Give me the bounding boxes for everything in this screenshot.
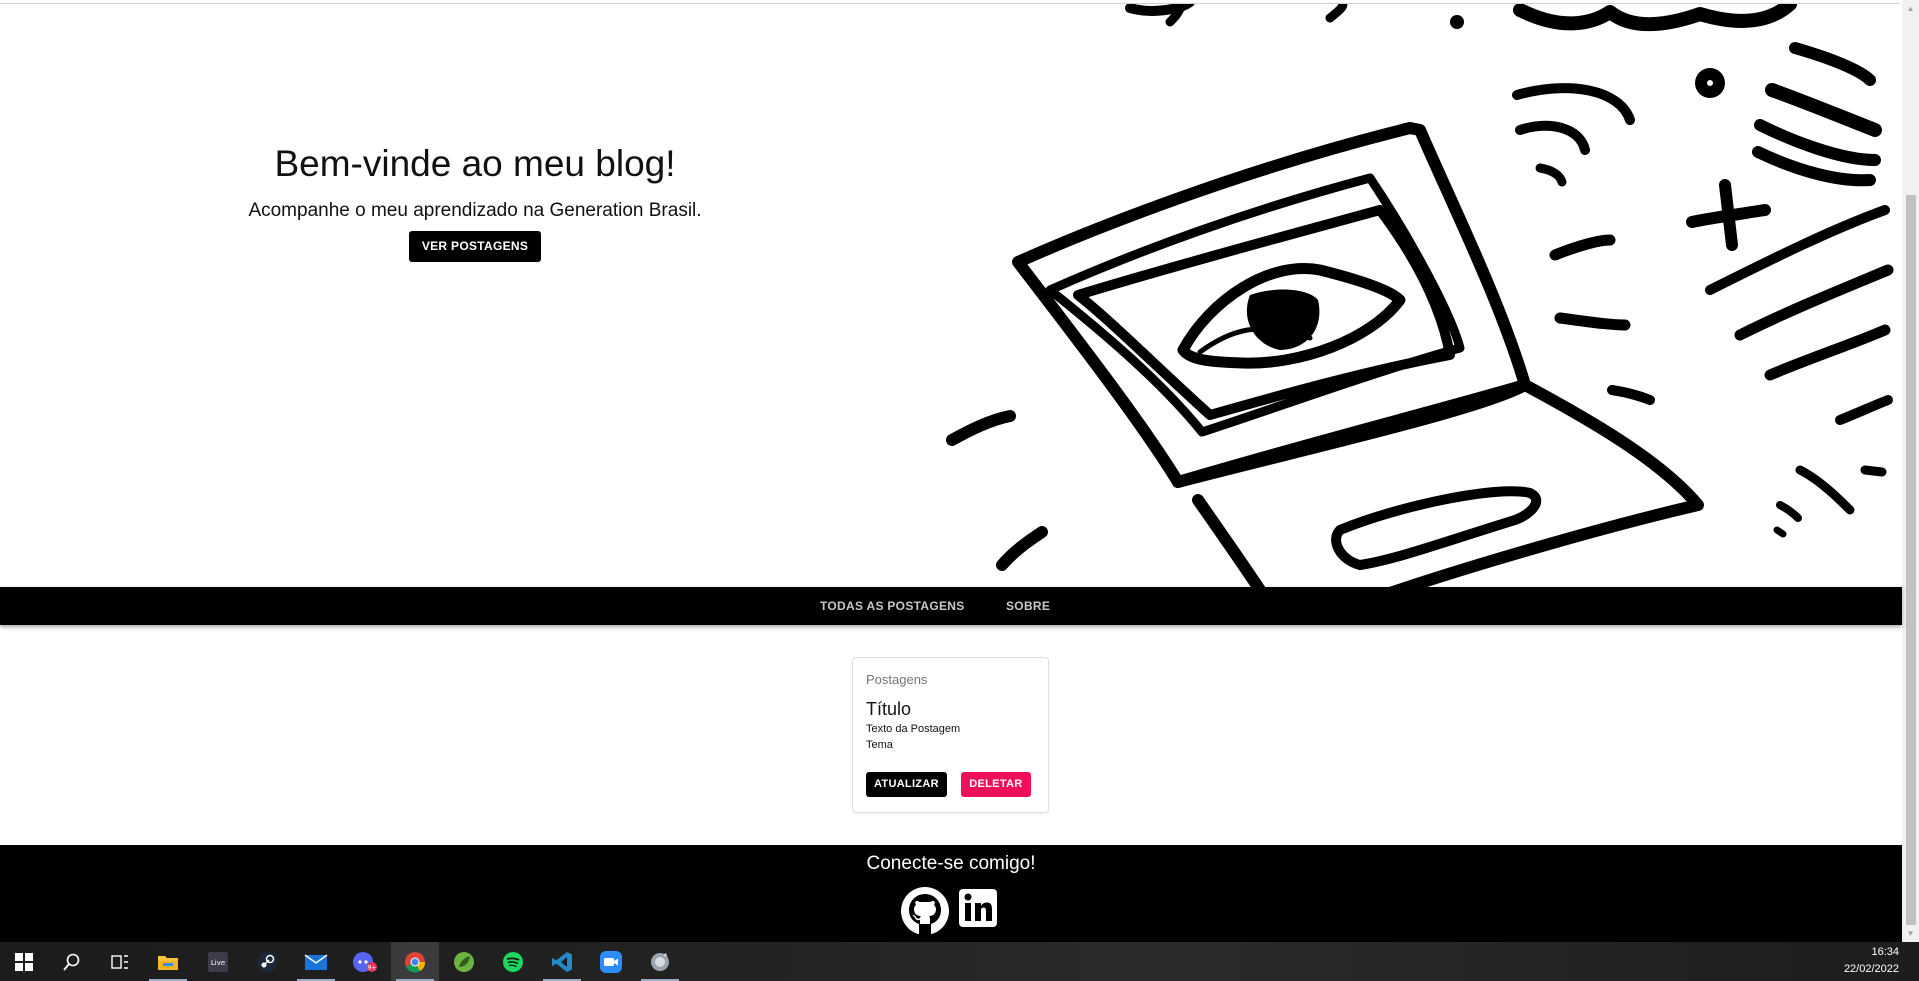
- chrome-icon[interactable]: [391, 942, 439, 981]
- footer-title: Conecte-se comigo!: [866, 853, 1036, 874]
- task-view-icon[interactable]: [96, 942, 144, 981]
- footer: Conecte-se comigo!: [0, 845, 1902, 942]
- spring-tool-icon[interactable]: [440, 942, 488, 981]
- live-icon[interactable]: Live: [194, 942, 242, 981]
- windows-taskbar: Live 9+ 16:34 22/02/2022: [0, 942, 1919, 981]
- post-card: Postagens Título Texto da Postagem Tema …: [852, 657, 1049, 813]
- github-icon[interactable]: [900, 886, 950, 941]
- laptop-eye-illustration: [946, 0, 1894, 587]
- screen: Bem-vinde ao meu blog! Acompanhe o meu a…: [0, 0, 1919, 981]
- clock-time: 16:34: [1871, 946, 1899, 958]
- view-posts-button[interactable]: VER POSTAGENS: [408, 231, 542, 262]
- card-actions: ATUALIZAR DELETAR: [866, 772, 1031, 797]
- card-overline: Postagens: [866, 672, 928, 687]
- card-title: Título: [866, 699, 912, 719]
- nav-about[interactable]: SOBRE: [1006, 587, 1050, 625]
- vscode-icon[interactable]: [538, 942, 586, 981]
- card-theme: Tema: [866, 739, 893, 751]
- svg-text:9+: 9+: [368, 964, 377, 971]
- mail-icon[interactable]: [292, 942, 340, 981]
- zoom-icon[interactable]: [587, 942, 635, 981]
- clock-date: 22/02/2022: [1843, 963, 1899, 975]
- scroll-up-icon[interactable]: ▲: [1902, 0, 1919, 17]
- discord-icon[interactable]: 9+: [341, 942, 389, 981]
- scrollbar-thumb[interactable]: [1906, 195, 1916, 925]
- file-explorer-icon[interactable]: [144, 942, 192, 981]
- steam-icon[interactable]: [243, 942, 291, 981]
- hero-subtitle: Acompanhe o meu aprendizado na Generatio…: [248, 200, 702, 221]
- svg-text:Live: Live: [211, 959, 225, 967]
- linkedin-icon[interactable]: [958, 886, 998, 935]
- browser-top-edge: [0, 0, 1900, 4]
- delete-button[interactable]: DELETAR: [961, 772, 1031, 797]
- start-icon[interactable]: [0, 942, 48, 981]
- scroll-down-icon[interactable]: ▼: [1902, 925, 1919, 942]
- taskbar-clock[interactable]: 16:34 22/02/2022: [1829, 944, 1899, 978]
- nav-all-posts[interactable]: TODAS AS POSTAGENS: [820, 587, 965, 625]
- card-text: Texto da Postagem: [866, 723, 961, 735]
- browser-viewport: Bem-vinde ao meu blog! Acompanhe o meu a…: [0, 0, 1919, 942]
- spotify-icon[interactable]: [489, 942, 537, 981]
- social-icons: [900, 886, 998, 936]
- hero-title: Bem-vinde ao meu blog!: [274, 143, 676, 184]
- main-navbar: TODAS AS POSTAGENS SOBRE: [0, 587, 1902, 625]
- hero-section: Bem-vinde ao meu blog! Acompanhe o meu a…: [0, 0, 1902, 587]
- search-icon[interactable]: [48, 942, 96, 981]
- hero-text-block: Bem-vinde ao meu blog! Acompanhe o meu a…: [150, 140, 800, 262]
- page-scrollbar[interactable]: ▲ ▼: [1902, 0, 1919, 942]
- app-icon[interactable]: [636, 942, 684, 981]
- update-button[interactable]: ATUALIZAR: [866, 772, 947, 797]
